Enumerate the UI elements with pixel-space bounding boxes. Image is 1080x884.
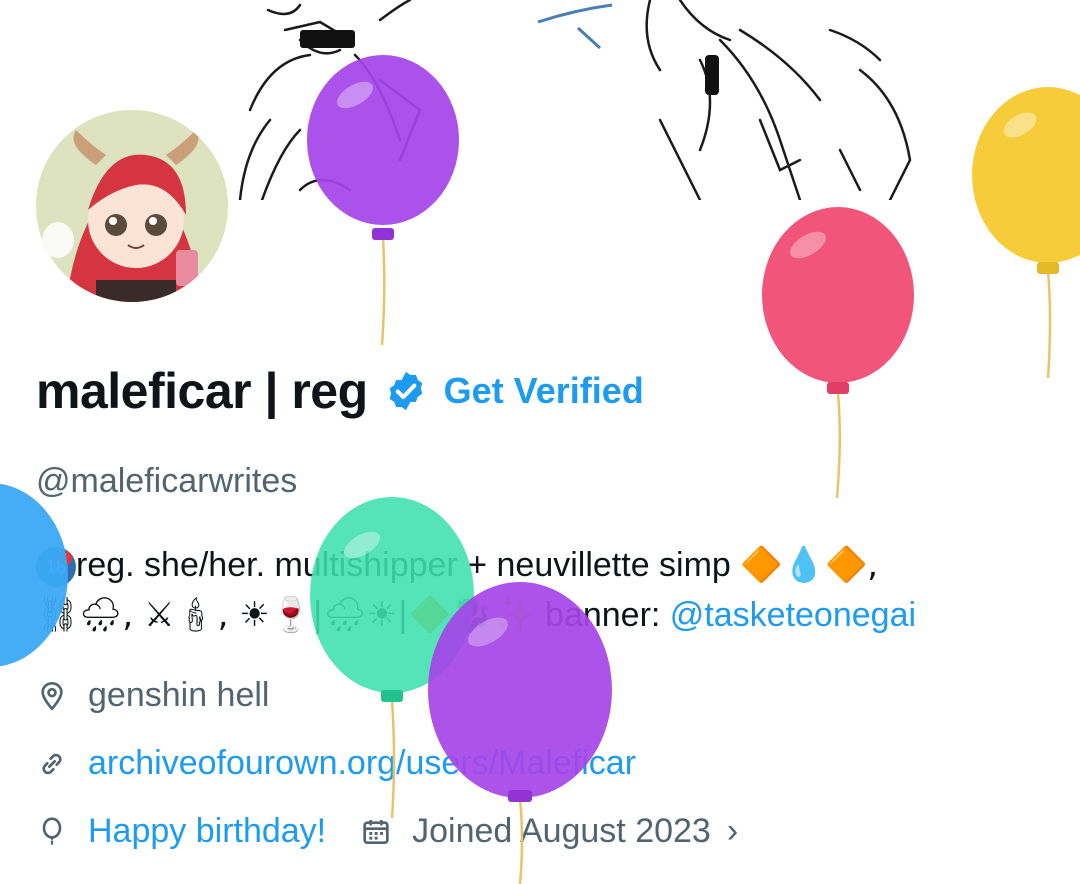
name-row: maleficar | reg Get Verified	[36, 356, 644, 426]
avatar[interactable]	[34, 108, 230, 304]
calendar-icon	[360, 816, 392, 848]
balloon-icon	[36, 816, 68, 848]
banner-credit-mention[interactable]: @tasketeonegai	[670, 596, 916, 634]
display-name: maleficar | reg	[36, 363, 368, 419]
birthday-joined-row: Happy birthday! Joined August 2023 ›	[36, 812, 738, 851]
balloon-pink	[762, 207, 914, 499]
verified-badge-icon[interactable]	[384, 369, 428, 413]
bio: 18 reg. she/her. multishipper + neuville…	[36, 540, 1036, 640]
avatar-image	[36, 110, 228, 302]
website-link[interactable]: archiveofourown.org/users/Maleficar	[88, 744, 636, 783]
handle: @maleficarwrites	[36, 462, 298, 500]
age-badge-icon: 18	[36, 547, 76, 588]
get-verified-link[interactable]: Get Verified	[444, 370, 644, 412]
bio-emojis-1: 🔶💧🔶,	[740, 545, 879, 585]
birthday-link[interactable]: Happy birthday!	[88, 812, 326, 851]
link-icon	[36, 748, 68, 780]
chevron-right-icon[interactable]: ›	[727, 812, 738, 851]
bio-line-2: ⛓🌧, ⚔🕯, ☀🍷|🌧☀|🔶🐉✨ banner: @tasketeonegai	[36, 590, 1036, 640]
bio-line-1: 18 reg. she/her. multishipper + neuville…	[36, 540, 1036, 590]
location-text: genshin hell	[88, 676, 270, 714]
location-pin-icon	[36, 680, 68, 712]
joined-date[interactable]: Joined August 2023 ›	[360, 812, 738, 851]
location-row: genshin hell	[36, 676, 269, 715]
bio-emojis-2: ⛓🌧, ⚔🕯, ☀🍷|🌧☀|🔶🐉✨	[36, 595, 536, 635]
joined-text: Joined August 2023	[412, 812, 711, 850]
bio-banner-prefix: banner:	[545, 596, 670, 634]
website-row: archiveofourown.org/users/Maleficar	[36, 744, 636, 783]
bio-text-1: reg. she/her. multishipper + neuvillette…	[76, 546, 731, 584]
